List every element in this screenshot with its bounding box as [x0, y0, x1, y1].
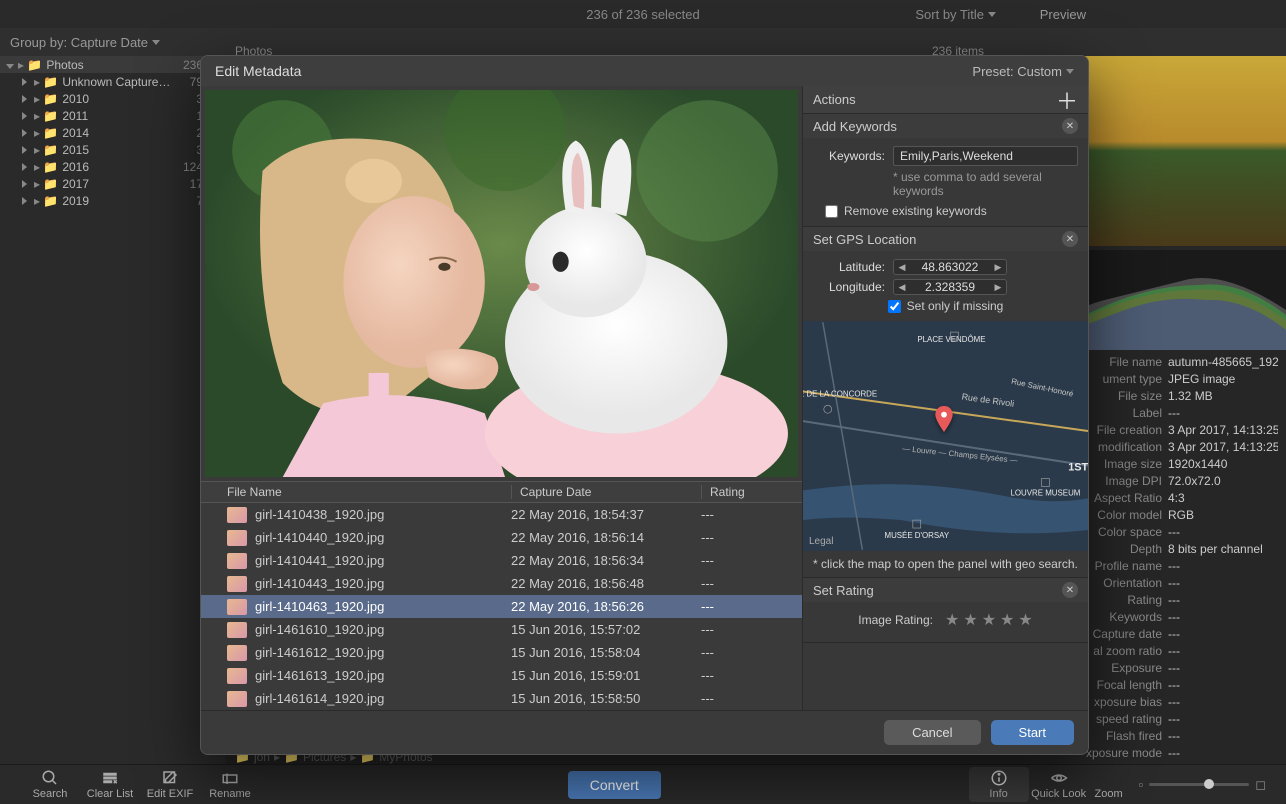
map-pin-icon	[935, 406, 953, 432]
file-thumb	[227, 622, 247, 638]
tree-row[interactable]: ▸ 📁20153 ite	[0, 141, 225, 158]
preset-dropdown[interactable]: Preset: Custom	[972, 64, 1074, 79]
actions-header: Actions	[813, 92, 856, 107]
close-icon[interactable]: ✕	[1062, 231, 1078, 247]
star-icon[interactable]: ★	[963, 610, 977, 630]
svg-text:PLACE DE LA CONCORDE: PLACE DE LA CONCORDE	[803, 389, 877, 398]
tree-row[interactable]: ▸ 📁Photos236 ite	[0, 56, 225, 73]
table-row[interactable]: girl-1461614_1920.jpg15 Jun 2016, 15:58:…	[201, 687, 802, 710]
svg-text:1ST: 1ST	[1068, 462, 1088, 474]
close-icon[interactable]: ✕	[1062, 118, 1078, 134]
latitude-stepper[interactable]: ◀ 48.863022 ▶	[893, 259, 1007, 275]
file-thumb	[227, 599, 247, 615]
quick-look-button[interactable]: Quick Look	[1029, 769, 1089, 800]
zoom-in-icon[interactable]: ◻	[1255, 777, 1266, 793]
table-row[interactable]: girl-1410463_1920.jpg22 May 2016, 18:56:…	[201, 595, 802, 618]
file-thumb	[227, 553, 247, 569]
only-if-missing-checkbox[interactable]	[888, 300, 901, 313]
cancel-button[interactable]: Cancel	[884, 720, 980, 745]
table-row[interactable]: girl-1461613_1920.jpg15 Jun 2016, 15:59:…	[201, 664, 802, 687]
table-row[interactable]: girl-1410440_1920.jpg22 May 2016, 18:56:…	[201, 526, 802, 549]
search-button[interactable]: Search	[20, 769, 80, 800]
chevron-down-icon	[1066, 69, 1074, 74]
edit-metadata-dialog: Edit Metadata Preset: Custom	[200, 55, 1089, 755]
star-icon[interactable]: ★	[1000, 610, 1014, 630]
folder-tree: ▸ 📁Photos236 ite▸ 📁Unknown Capture…79 it…	[0, 56, 225, 764]
tree-row[interactable]: ▸ 📁2016124 ite	[0, 158, 225, 175]
tree-row[interactable]: ▸ 📁Unknown Capture…79 ite	[0, 73, 225, 90]
panel-title: Add Keywords	[813, 119, 897, 134]
map-hint: * click the map to open the panel with g…	[803, 551, 1088, 577]
rename-button[interactable]: Rename	[200, 769, 260, 800]
chevron-down-icon	[988, 12, 996, 17]
tree-row[interactable]: ▸ 📁20111 ite	[0, 107, 225, 124]
column-rating[interactable]: Rating	[701, 485, 802, 499]
svg-text:PLACE VENDÔME: PLACE VENDÔME	[917, 335, 985, 344]
photo-preview	[205, 90, 798, 477]
remove-keywords-checkbox[interactable]	[825, 205, 838, 218]
edit-exif-button[interactable]: Edit EXIF	[140, 769, 200, 800]
table-row[interactable]: girl-1410441_1920.jpg22 May 2016, 18:56:…	[201, 549, 802, 572]
start-button[interactable]: Start	[991, 720, 1074, 745]
dialog-title: Edit Metadata	[215, 63, 301, 79]
remove-keywords-label: Remove existing keywords	[844, 204, 987, 218]
table-row[interactable]: girl-1410438_1920.jpg22 May 2016, 18:54:…	[201, 503, 802, 526]
longitude-stepper[interactable]: ◀ 2.328359 ▶	[893, 279, 1007, 295]
chevron-down-icon	[152, 40, 160, 45]
map[interactable]: PLACE VENDÔME PLACE DE LA CONCORDE Rue d…	[803, 321, 1088, 551]
star-icon[interactable]: ★	[1018, 610, 1032, 630]
sort-label[interactable]: Sort by Title	[915, 7, 984, 22]
hint-text: * use comma to add several keywords	[893, 170, 1078, 198]
info-button[interactable]: Info	[969, 767, 1029, 802]
star-icon[interactable]: ★	[945, 610, 959, 630]
svg-text:LOUVRE MUSEUM: LOUVRE MUSEUM	[1011, 488, 1081, 497]
table-row[interactable]: girl-1461610_1920.jpg15 Jun 2016, 15:57:…	[201, 618, 802, 641]
rating-stars[interactable]: ★ ★ ★ ★ ★	[945, 610, 1033, 630]
rating-label: Image Rating:	[858, 613, 933, 627]
set-gps-panel: Set GPS Location ✕ Latitude: ◀ 48.863022…	[803, 227, 1088, 578]
star-icon[interactable]: ★	[982, 610, 996, 630]
panel-title: Set GPS Location	[813, 232, 916, 247]
file-thumb	[227, 507, 247, 523]
tree-row[interactable]: ▸ 📁201717 ite	[0, 175, 225, 192]
set-rating-panel: Set Rating ✕ Image Rating: ★ ★ ★ ★ ★	[803, 578, 1088, 643]
clear-list-button[interactable]: Clear List	[80, 769, 140, 800]
file-table: File Name Capture Date Rating girl-14104…	[201, 481, 802, 710]
preview-label: Preview	[1040, 7, 1086, 22]
tree-row[interactable]: ▸ 📁20103 ite	[0, 90, 225, 107]
file-thumb	[227, 668, 247, 684]
close-icon[interactable]: ✕	[1062, 582, 1078, 598]
map-legal[interactable]: Legal	[809, 536, 833, 547]
column-capture-date[interactable]: Capture Date	[511, 485, 701, 499]
svg-text:MUSÉE D'ORSAY: MUSÉE D'ORSAY	[884, 531, 949, 540]
only-if-missing-label: Set only if missing	[907, 299, 1004, 313]
file-thumb	[227, 645, 247, 661]
decrement-icon[interactable]: ◀	[894, 262, 910, 273]
tree-row[interactable]: ▸ 📁20142 ite	[0, 124, 225, 141]
longitude-label: Longitude:	[813, 280, 885, 294]
zoom-out-icon[interactable]: ▫	[1139, 777, 1144, 792]
group-by-dropdown[interactable]: Group by: Capture Date	[10, 35, 160, 50]
selection-status: 236 of 236 selected	[586, 7, 699, 22]
file-thumb	[227, 691, 247, 707]
panel-title: Set Rating	[813, 583, 874, 598]
tree-row[interactable]: ▸ 📁20197 ite	[0, 192, 225, 209]
file-thumb	[227, 530, 247, 546]
convert-button[interactable]: Convert	[568, 771, 661, 799]
file-thumb	[227, 576, 247, 592]
zoom-slider[interactable]: ▫ ◻	[1139, 777, 1266, 793]
decrement-icon[interactable]: ◀	[894, 282, 910, 293]
increment-icon[interactable]: ▶	[990, 282, 1006, 293]
add-action-button[interactable]: ＋	[1056, 86, 1078, 116]
table-row[interactable]: girl-1410443_1920.jpg22 May 2016, 18:56:…	[201, 572, 802, 595]
add-keywords-panel: Add Keywords ✕ Keywords: * use comma to …	[803, 114, 1088, 227]
increment-icon[interactable]: ▶	[990, 262, 1006, 273]
latitude-label: Latitude:	[813, 260, 885, 274]
keywords-label: Keywords:	[813, 149, 885, 163]
zoom-label: Zoom	[1089, 769, 1129, 800]
column-filename[interactable]: File Name	[227, 485, 511, 499]
table-row[interactable]: girl-1461612_1920.jpg15 Jun 2016, 15:58:…	[201, 641, 802, 664]
keywords-input[interactable]	[893, 146, 1078, 166]
